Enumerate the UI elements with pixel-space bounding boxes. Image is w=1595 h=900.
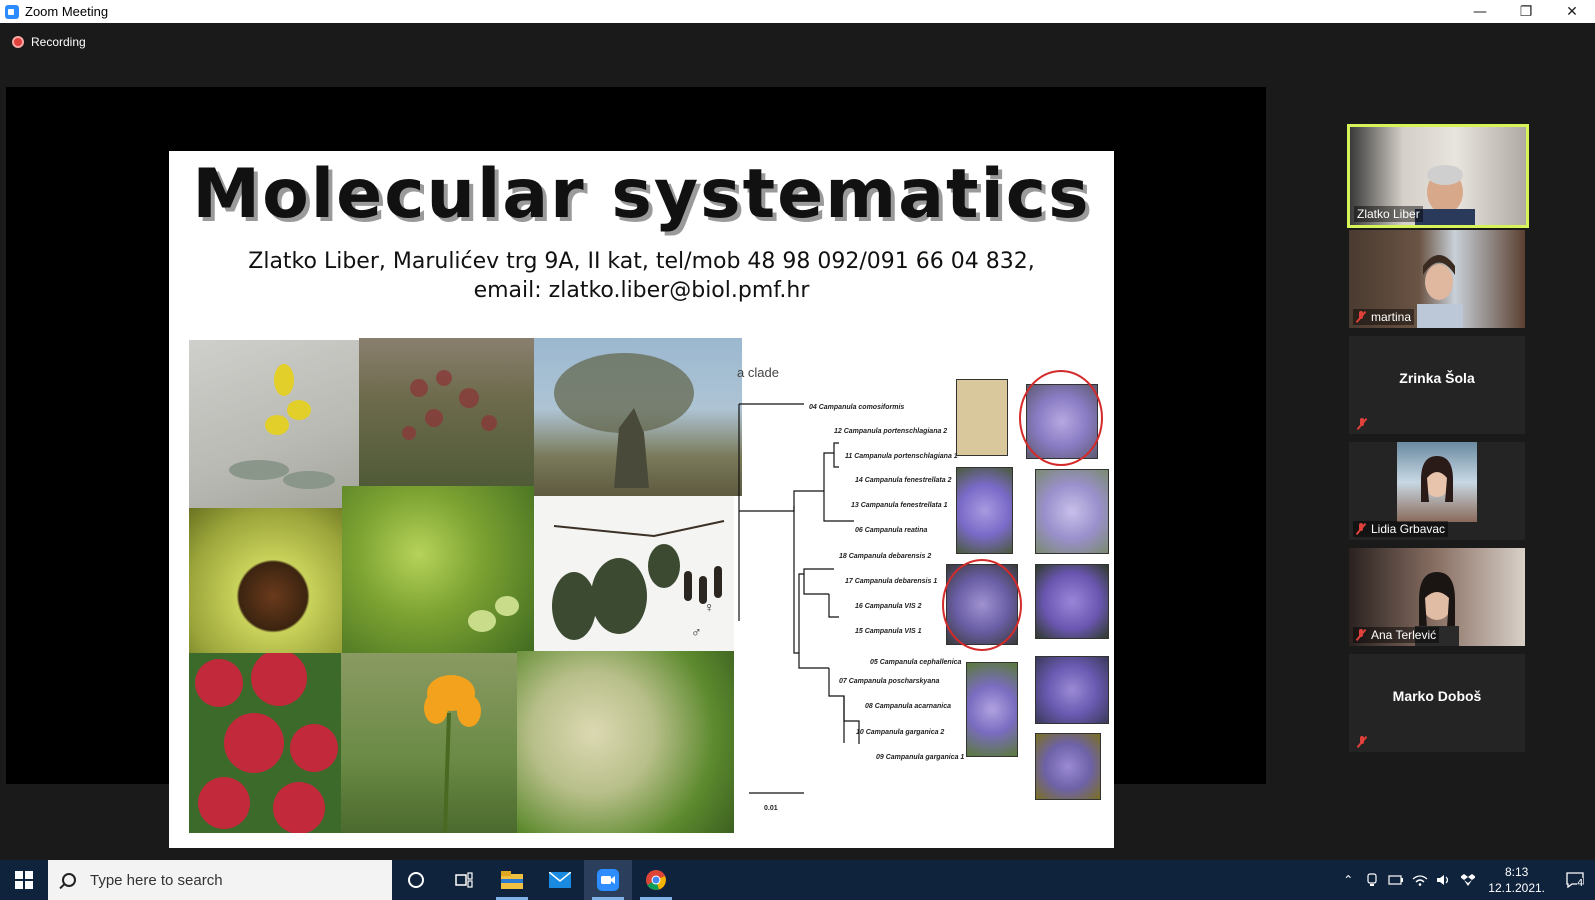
window-title: Zoom Meeting xyxy=(25,4,109,19)
webcam-icon[interactable] xyxy=(1360,860,1384,900)
tree-taxon-label: 10 Campanula garganica 2 xyxy=(856,729,945,736)
highlight-circle-1 xyxy=(1019,370,1103,466)
tree-taxon-label: 05 Campanula cephallenica xyxy=(870,659,962,666)
female-symbol: ♀ xyxy=(704,599,715,615)
notifications-count: 4 xyxy=(1577,878,1584,889)
search-placeholder: Type here to search xyxy=(90,871,223,889)
taskbar-clock[interactable]: 8:13 12.1.2021. xyxy=(1488,864,1545,896)
photo-birch-catkins: ♀ ♂ xyxy=(534,496,734,651)
thumb-flower-7 xyxy=(1035,656,1109,724)
photo-oak-leaves xyxy=(342,486,534,656)
start-button[interactable] xyxy=(0,860,48,900)
photo-raspberries xyxy=(189,653,341,833)
windows-logo-icon xyxy=(15,871,33,889)
task-view-icon[interactable] xyxy=(440,860,488,900)
window-controls: — ❐ ✕ xyxy=(1457,0,1595,23)
zoom-app-icon xyxy=(5,4,19,19)
tree-taxon-label: 16 Campanula VIS 2 xyxy=(855,603,922,610)
tree-taxon-label: 12 Campanula portenschlagiana 2 xyxy=(834,428,948,435)
recording-icon xyxy=(12,36,24,48)
cortana-icon[interactable] xyxy=(392,860,440,900)
clock-date: 12.1.2021. xyxy=(1488,881,1545,895)
muted-mic-icon xyxy=(1356,523,1366,535)
tree-taxon-label: 06 Campanula reatina xyxy=(855,527,928,534)
tree-taxon-label: 17 Campanula debarensis 1 xyxy=(845,578,938,585)
restore-button[interactable]: ❐ xyxy=(1503,0,1549,23)
mail-icon[interactable] xyxy=(536,860,584,900)
thumb-flower-5 xyxy=(1035,564,1109,639)
dropbox-icon[interactable] xyxy=(1456,860,1480,900)
participant-name: Lidia Grbavac xyxy=(1353,521,1449,537)
muted-mic-icon xyxy=(1357,736,1367,748)
participant-tile[interactable]: Zlatko Liber xyxy=(1347,124,1529,228)
participant-tile[interactable]: Marko Doboš xyxy=(1349,654,1525,752)
tree-taxon-label: 11 Campanula portenschlagiana 1 xyxy=(845,453,958,460)
participant-name: Ana Terlević xyxy=(1353,627,1440,643)
participant-tile[interactable]: Zrinka Šola xyxy=(1349,336,1525,434)
participant-name: Zlatko Liber xyxy=(1354,206,1423,222)
muted-mic-icon xyxy=(1357,418,1367,430)
participant-tile[interactable]: martina xyxy=(1349,230,1525,328)
tree-taxon-label: 14 Campanula fenestrellata 2 xyxy=(855,477,952,484)
muted-mic-icon xyxy=(1356,311,1366,323)
muted-mic-icon xyxy=(1356,629,1366,641)
photo-shrub xyxy=(359,338,534,488)
contact-line-2: email: zlatko.liber@biol.pmf.hr xyxy=(473,278,810,303)
battery-icon[interactable] xyxy=(1384,860,1408,900)
thumb-flower-8 xyxy=(1035,733,1101,800)
system-tray: ⌃ 8:13 12.1.2021. 4 xyxy=(1336,860,1595,900)
tree-taxon-label: 04 Campanula comosiformis xyxy=(809,404,905,411)
taskbar-search[interactable]: Type here to search xyxy=(48,860,392,900)
thumb-flower-2 xyxy=(956,467,1013,554)
clock-time: 8:13 xyxy=(1504,865,1529,879)
recording-indicator[interactable]: Recording xyxy=(12,35,86,49)
participant-name: martina xyxy=(1353,309,1415,325)
thumb-flower-3 xyxy=(1035,469,1109,554)
tree-taxon-label: 15 Campanula VIS 1 xyxy=(855,628,922,635)
search-icon xyxy=(62,873,76,887)
meeting-area: Recording Molecular systematics Zlatko L… xyxy=(0,23,1595,860)
chevron-up-icon[interactable]: ⌃ xyxy=(1336,860,1360,900)
participant-tile[interactable]: Ana Terlević xyxy=(1349,548,1525,646)
photo-olive-tree xyxy=(534,338,742,496)
photo-chestnut xyxy=(189,508,342,655)
tree-taxon-label: 09 Campanula garganica 1 xyxy=(876,754,965,761)
tree-taxon-label: 18 Campanula debarensis 2 xyxy=(839,553,932,560)
tree-taxon-label: 08 Campanula acarnanica xyxy=(865,703,951,710)
contact-line-1: Zlatko Liber, Marulićev trg 9A, II kat, … xyxy=(248,249,1035,274)
presentation-slide: Molecular systematics Zlatko Liber, Maru… xyxy=(169,151,1114,848)
photo-snapdragon xyxy=(189,340,359,508)
participant-video xyxy=(1397,442,1477,522)
slide-contact: Zlatko Liber, Marulićev trg 9A, II kat, … xyxy=(169,247,1114,305)
close-button[interactable]: ✕ xyxy=(1549,0,1595,23)
participant-tile[interactable]: Lidia Grbavac xyxy=(1349,442,1525,540)
highlight-circle-2 xyxy=(942,559,1022,651)
volume-icon[interactable] xyxy=(1432,860,1456,900)
windows-taskbar: Type here to search ⌃ 8:13 12.1.2021. 4 xyxy=(0,860,1595,900)
thumb-plant-drawing xyxy=(956,379,1008,456)
thumb-flower-6 xyxy=(966,662,1018,757)
window-titlebar: Zoom Meeting — ❐ ✕ xyxy=(0,0,1595,23)
file-explorer-icon[interactable] xyxy=(488,860,536,900)
screen-share-view[interactable]: Molecular systematics Zlatko Liber, Maru… xyxy=(6,87,1266,848)
zoom-icon[interactable] xyxy=(584,860,632,900)
participant-name: Marko Doboš xyxy=(1392,688,1482,704)
recording-label: Recording xyxy=(31,35,86,49)
participant-name: Zrinka Šola xyxy=(1399,370,1475,386)
scale-label: 0.01 xyxy=(764,805,778,812)
male-symbol: ♂ xyxy=(691,624,702,640)
photo-hop-hornbeam xyxy=(517,651,734,833)
tree-taxon-label: 07 Campanula poscharskyana xyxy=(839,678,940,685)
photo-lily xyxy=(341,653,519,833)
tree-taxon-label: 13 Campanula fenestrellata 1 xyxy=(851,502,948,509)
minimize-button[interactable]: — xyxy=(1457,0,1503,23)
slide-title: Molecular systematics xyxy=(192,155,1091,234)
chrome-icon[interactable] xyxy=(632,860,680,900)
notifications-icon[interactable]: 4 xyxy=(1555,860,1595,900)
wifi-icon[interactable] xyxy=(1408,860,1432,900)
